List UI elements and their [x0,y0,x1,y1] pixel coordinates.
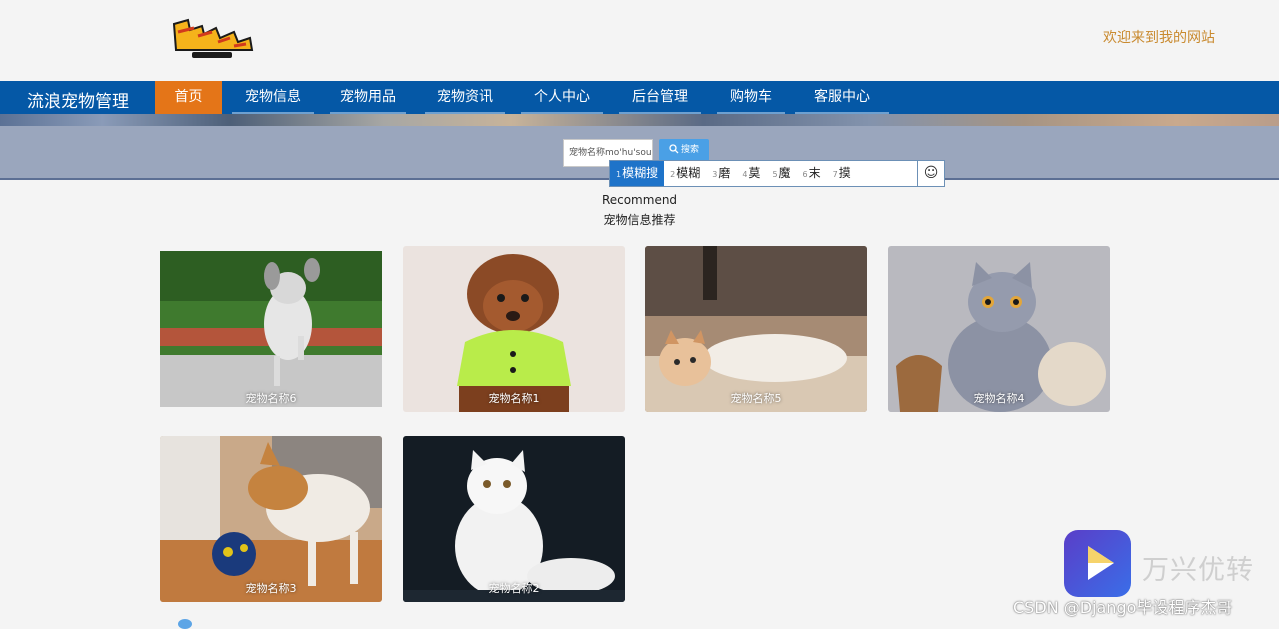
ime-candidate-number: 7 [832,170,838,179]
ime-candidate-text: 磨 [718,166,731,180]
nav-item-support[interactable]: 客服中心 [795,81,889,114]
nav-label: 宠物信息 [245,89,301,105]
pet-card[interactable]: 宠物名称6 [160,246,382,412]
nav-item-pet-supplies[interactable]: 宠物用品 [330,81,406,114]
search-button[interactable]: 搜索 [659,139,709,161]
csdn-watermark: CSDN @Django毕设程序杰哥 [1013,598,1233,617]
ime-candidate-text: 莫 [748,166,761,180]
nav-item-cart[interactable]: 购物车 [717,81,785,114]
ime-candidate[interactable]: 6末 [797,161,827,186]
recommend-title-en: Recommend [601,193,678,207]
ime-candidate-number: 4 [742,170,748,179]
ime-candidate[interactable]: 3磨 [706,161,736,186]
pet-photo-shiba [160,436,382,602]
site-brand[interactable]: 流浪宠物管理 [27,87,129,112]
ime-candidate[interactable]: 7摸 [827,161,857,186]
pet-card[interactable]: 宠物名称2 [403,436,625,602]
watermark-brand: 万兴优转 [1142,555,1254,586]
ime-candidate-text: 魔 [778,166,791,180]
pet-photo-grey-cat [888,246,1110,412]
main-nav: 流浪宠物管理 首页 宠物信息 宠物用品 宠物资讯 个人中心 后台管理 购物车 客… [0,81,1279,114]
ime-candidate[interactable]: 5魔 [766,161,796,186]
nav-label: 个人中心 [534,89,590,105]
nav-item-pet-info[interactable]: 宠物信息 [232,81,314,114]
nav-label: 宠物资讯 [437,89,493,105]
pet-photo-white-cat [403,436,625,602]
pet-name: 宠物名称5 [730,392,782,405]
ime-candidate-text: 末 [808,166,821,180]
ime-candidate-number: 2 [670,170,676,179]
ime-candidate-text: 摸 [838,166,851,180]
pet-name: 宠物名称1 [488,392,540,405]
ime-candidate-text: 模糊搜 [622,166,659,180]
ime-candidate[interactable]: 1模糊搜 [610,161,665,186]
welcome-text: 欢迎来到我的网站 [1103,30,1215,46]
ime-candidate[interactable]: 4莫 [736,161,766,186]
nav-item-home[interactable]: 首页 [155,81,222,114]
wondershare-logo-icon [1064,530,1131,597]
nav-label: 购物车 [730,89,772,105]
ime-candidate[interactable]: 2模糊 [664,161,706,186]
pet-photo-dog [160,246,382,412]
nav-label: 首页 [174,89,203,105]
pet-name: 宠物名称3 [245,582,297,595]
scroll-indicator [178,619,192,629]
emoji-icon[interactable]: ☺ [917,161,944,186]
nav-item-pet-news[interactable]: 宠物资讯 [425,81,505,114]
ime-candidate-bar: 1模糊搜 2模糊 3磨 4莫 5魔 6末 7摸 ☺ [609,160,945,187]
search-icon [669,144,679,154]
pet-name: 宠物名称6 [245,392,297,405]
ime-candidate-number: 6 [802,170,808,179]
recommend-title-cn: 宠物信息推荐 [603,213,676,227]
pet-photo-poodle [403,246,625,412]
pet-name: 宠物名称4 [973,392,1025,405]
ime-candidate-number: 3 [712,170,718,179]
site-header: 欢迎来到我的网站 [0,0,1279,81]
pet-card[interactable]: 宠物名称4 [888,246,1110,412]
pet-card[interactable]: 宠物名称5 [645,246,867,412]
pet-card[interactable]: 宠物名称1 [403,246,625,412]
ime-candidate-text: 模糊 [676,166,701,180]
nav-label: 宠物用品 [340,89,396,105]
nav-label: 后台管理 [632,89,688,105]
search-button-label: 搜索 [680,145,699,155]
digimon-logo[interactable] [168,16,256,60]
nav-item-personal-center[interactable]: 个人中心 [521,81,603,114]
pet-card[interactable]: 宠物名称3 [160,436,382,602]
pet-photo-cat [645,246,867,412]
nav-item-admin[interactable]: 后台管理 [619,81,701,114]
ime-candidate-number: 5 [772,170,778,179]
banner-image [0,114,1279,126]
nav-label: 客服中心 [814,89,870,105]
pet-name: 宠物名称2 [488,582,540,595]
ime-candidate-number: 1 [616,170,622,179]
